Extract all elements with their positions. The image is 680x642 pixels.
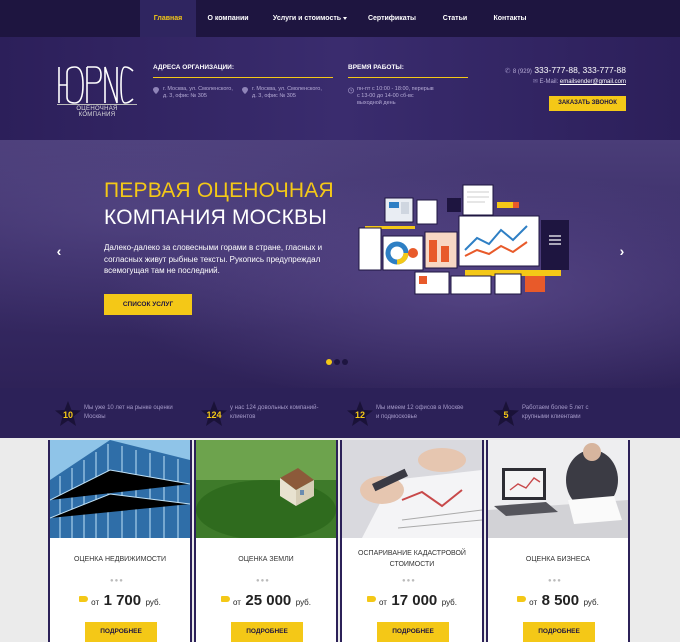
chevron-right-icon[interactable]: ›	[616, 244, 628, 258]
nav-item-about[interactable]: О компании	[199, 0, 257, 37]
nav-item-certificates[interactable]: Сертификаты	[362, 0, 422, 37]
site-header: ОЦЕНОЧНАЯ КОМПАНИЯ АДРЕСА ОРГАНИЗАЦИИ: г…	[0, 37, 680, 140]
hours-title: ВРЕМЯ РАБОТЫ:	[348, 64, 404, 71]
nav-label: О компании	[207, 15, 249, 22]
email-label: E-Mail:	[539, 79, 559, 85]
stat-text: у нас 124 довольных компаний-клиентов	[230, 405, 319, 420]
service-card[interactable]: ОСПАРИВАНИЕ КАДАСТРОВОЙ СТОИМОСТИ ●●● от…	[340, 440, 484, 642]
price-from: от	[379, 598, 387, 607]
price-currency: руб.	[441, 598, 457, 607]
rating-dots: ●●●	[256, 578, 270, 584]
details-button[interactable]: ПОДРОБНЕЕ	[231, 622, 303, 642]
price-value: 17 000	[391, 592, 438, 609]
hero-slider: ПЕРВАЯ ОЦЕНОЧНАЯ КОМПАНИЯ МОСКВЫ Далеко-…	[0, 140, 680, 388]
callback-button[interactable]: ЗАКАЗАТЬ ЗВОНОК	[549, 96, 626, 111]
hero-title-line1: ПЕРВАЯ ОЦЕНОЧНАЯ	[104, 179, 334, 202]
top-navigation: Главная О компании Услуги и стоимость Се…	[0, 0, 680, 37]
nav-item-articles[interactable]: Статьи	[436, 0, 474, 37]
documents-image	[342, 440, 482, 538]
price-tag-icon	[367, 595, 376, 602]
stat-number: 5	[503, 410, 509, 420]
card-title: ОЦЕНКА НЕДВИЖИМОСТИ	[73, 556, 167, 563]
logo[interactable]	[57, 63, 137, 107]
rating-dots: ●●●	[110, 578, 124, 584]
chevron-down-icon	[343, 16, 348, 20]
phone-icon: ✆	[504, 68, 511, 75]
building-image	[50, 440, 190, 538]
mail-icon: ✉	[532, 79, 538, 85]
details-button[interactable]: ПОДРОБНЕЕ	[523, 622, 595, 642]
clock-icon	[348, 87, 354, 94]
map-pin-icon	[242, 87, 248, 94]
nav-item-contacts[interactable]: Контакты	[486, 0, 534, 37]
email-link[interactable]: emailsender@gmail.com	[560, 79, 626, 85]
price-currency: руб.	[145, 598, 161, 607]
price-value: 8 500	[541, 592, 580, 609]
card-title: ОЦЕНКА БИЗНЕСА	[525, 556, 591, 563]
slider-dot[interactable]	[326, 359, 332, 365]
price-currency: руб.	[583, 598, 599, 607]
card-price: от 1 700 руб.	[50, 592, 190, 610]
card-title: ОЦЕНКА ЗЕМЛИ	[238, 556, 294, 563]
nav-label: Сертификаты	[367, 15, 417, 22]
card-price: от 17 000 руб.	[342, 592, 482, 610]
address-2: г. Москва, ул. Смоленского, д. 3, офис №…	[252, 86, 322, 99]
hours-divider	[348, 77, 468, 78]
price-from: от	[233, 598, 241, 607]
stat-text: Мы уже 10 лет на рынке оценки Москвы	[84, 405, 173, 420]
slider-dot[interactable]	[334, 359, 340, 365]
card-price: от 8 500 руб.	[488, 592, 628, 610]
rating-dots: ●●●	[548, 578, 562, 584]
card-price: от 25 000 руб.	[196, 592, 336, 610]
stats-bar: 10 Мы уже 10 лет на рынке оценки Москвы …	[0, 388, 680, 438]
price-value: 1 700	[103, 592, 142, 609]
nav-item-services[interactable]: Услуги и стоимость	[265, 0, 355, 37]
hero-text: Далеко-далеко за словесными горами в стр…	[104, 243, 323, 275]
service-card[interactable]: ОЦЕНКА ЗЕМЛИ ●●● от 25 000 руб. ПОДРОБНЕ…	[194, 440, 338, 642]
nav-item-home[interactable]: Главная	[140, 0, 196, 37]
slider-dot[interactable]	[342, 359, 348, 365]
phone-prefix: 8 (929)	[512, 69, 532, 75]
address-1: г. Москва, ул. Смоленского, д. 3, офис №…	[163, 86, 233, 99]
nav-label: Контакты	[493, 15, 527, 22]
rating-dots: ●●●	[402, 578, 416, 584]
stat-number: 10	[62, 410, 73, 420]
stat-text: Работаем более 5 лет с крупными клиентам…	[522, 405, 589, 420]
phone-value: 333-777-88, 333-777-88	[534, 65, 626, 75]
hero-title-line2: КОМПАНИЯ МОСКВЫ	[104, 206, 328, 229]
details-button[interactable]: ПОДРОБНЕЕ	[377, 622, 449, 642]
details-button[interactable]: ПОДРОБНЕЕ	[85, 622, 157, 642]
address-title: АДРЕСА ОРГАНИЗАЦИИ:	[153, 64, 235, 71]
chevron-left-icon[interactable]: ‹	[53, 244, 65, 258]
logo-subtitle: ОЦЕНОЧНАЯ КОМПАНИЯ	[57, 104, 137, 118]
email-line: ✉ E-Mail: emailsender@gmail.com	[533, 78, 626, 85]
service-card[interactable]: ОЦЕНКА БИЗНЕСА ●●● от 8 500 руб. ПОДРОБН…	[486, 440, 630, 642]
office-illustration	[358, 184, 569, 295]
price-value: 25 000	[245, 592, 292, 609]
price-tag-icon	[221, 595, 230, 602]
service-card[interactable]: ОЦЕНКА НЕДВИЖИМОСТИ ●●● от 1 700 руб. ПО…	[48, 440, 192, 642]
hero-title: ПЕРВАЯ ОЦЕНОЧНАЯ КОМПАНИЯ МОСКВЫ	[104, 177, 334, 231]
stat-text: Мы имеем 12 офисов в Москве и подмосковь…	[376, 405, 464, 420]
price-tag-icon	[79, 595, 89, 602]
card-title: ОСПАРИВАНИЕ КАДАСТРОВОЙ СТОИМОСТИ	[358, 550, 466, 568]
map-pin-icon	[153, 87, 159, 94]
nav-label: Главная	[153, 15, 183, 22]
nav-label: Услуги и стоимость	[272, 15, 342, 22]
land-house-image	[196, 440, 336, 538]
price-currency: руб.	[295, 598, 311, 607]
price-tag-icon	[517, 595, 527, 602]
price-from: от	[529, 598, 538, 607]
slider-dots	[326, 352, 350, 365]
phone-numbers[interactable]: ✆ 8 (929) 333-777-88, 333-777-88	[505, 65, 626, 75]
address-divider	[153, 77, 333, 78]
services-list-button[interactable]: СПИСОК УСЛУГ	[104, 294, 192, 315]
stat-number: 124	[206, 410, 222, 420]
nav-label: Статьи	[442, 15, 468, 22]
price-from: от	[91, 598, 100, 607]
business-image	[488, 440, 628, 538]
hours-text: пн-пт с 10:00 - 18:00, перерыв с 13-00 д…	[357, 86, 434, 106]
stat-number: 12	[354, 410, 365, 420]
